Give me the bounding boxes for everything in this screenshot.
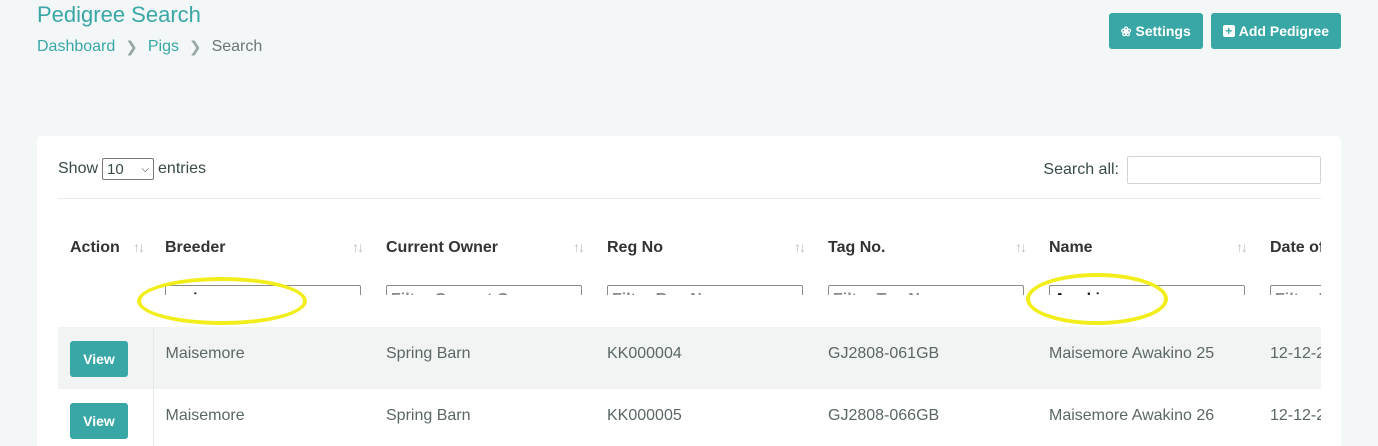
sort-icon: ↑↓ [573,239,585,255]
filter-tag-no-input[interactable]: Filter Tag No. [828,285,1024,295]
breadcrumb: Dashboard ❯ Pigs ❯ Search [37,38,262,56]
entries-label: entries [158,160,207,177]
search-all-label: Search all: [1043,161,1119,178]
filter-row-spacer [58,295,1321,327]
global-search: Search all: [1043,156,1321,184]
breadcrumb-dashboard[interactable]: Dashboard [37,38,115,56]
cell-action: View [58,327,154,389]
cell-breeder: Maisemore [165,407,245,424]
settings-button-label: Settings [1135,23,1191,39]
sort-icon: ↑↓ [352,239,364,255]
cell-name: Maisemore Awakino 26 [1049,407,1215,424]
column-label: Date of [1270,239,1321,256]
column-header-action[interactable]: Action ↑↓ [58,199,153,295]
page-length-control: Show 10 ⌵ entries [58,158,206,180]
cell-reg-no: KK000004 [595,327,816,389]
table-row: View Maisemore Spring Barn KK000004 GJ28… [58,327,1321,389]
column-label: Name [1049,239,1093,256]
plus-square-icon: + [1222,25,1235,37]
search-all-input[interactable] [1127,156,1321,184]
show-label: Show [58,160,99,177]
cell-tag-no: GJ2808-066GB [828,407,940,424]
sort-icon: ↑↓ [1236,239,1248,255]
column-label: Action [70,239,120,256]
chevron-right-icon: ❯ [125,39,138,56]
column-header-breeder[interactable]: Breeder ↑↓ maisemore [153,199,374,295]
column-header-date[interactable]: Date of Filter D [1258,199,1321,295]
gear-icon: ❀ [1120,23,1132,39]
filter-reg-no-input[interactable]: Filter Reg No [607,285,803,295]
chevron-down-icon: ⌵ [141,163,150,175]
sort-icon: ↑↓ [1015,239,1027,255]
cell-breeder: Maisemore [153,327,374,389]
chevron-right-icon: ❯ [188,39,202,56]
cell-name: Maisemore Awakino 25 [1037,327,1258,389]
page-length-value: 10 [107,160,124,178]
column-header-current-owner[interactable]: Current Owner ↑↓ Filter Current Owner [374,199,595,295]
view-button[interactable]: View [70,403,128,439]
header-actions: ❀ Settings + Add Pedigree [1108,13,1341,49]
table-wrapper: Action ↑↓ Breeder ↑↓ maisemore Current O… [58,198,1321,446]
settings-button[interactable]: ❀ Settings [1108,13,1203,49]
sort-icon: ↑↓ [133,239,145,255]
filter-name-input[interactable]: Awakino [1049,285,1245,295]
page-length-select[interactable]: 10 ⌵ [102,158,155,180]
column-header-reg-no[interactable]: Reg No ↑↓ Filter Reg No [595,199,816,295]
cell-owner: Spring Barn [386,407,471,424]
page: Pedigree Search Dashboard ❯ Pigs ❯ Searc… [0,0,1378,446]
results-card: Show 10 ⌵ entries Search all: Action ↑↓ … [37,136,1341,446]
cell-tag-no: GJ2808-061GB [816,327,1037,389]
filter-current-owner-input[interactable]: Filter Current Owner [386,285,582,295]
cell-owner: Spring Barn [374,327,595,389]
column-label: Current Owner [386,239,499,256]
breadcrumb-pigs[interactable]: Pigs [148,38,179,56]
filter-date-input[interactable]: Filter D [1270,285,1321,295]
page-title: Pedigree Search [37,2,201,27]
cell-date: 12-12-2 [1258,327,1321,389]
table-row: View Maisemore Spring Barn KK000005 GJ28… [58,389,1321,446]
column-label: Breeder [165,239,226,256]
add-pedigree-button-label: Add Pedigree [1238,23,1329,39]
sort-icon: ↑↓ [794,239,806,255]
breadcrumb-search: Search [211,38,263,55]
column-label: Tag No. [828,239,886,256]
column-header-name[interactable]: Name ↑↓ Awakino [1037,199,1258,295]
filter-breeder-input[interactable]: maisemore [165,285,361,295]
pedigree-table: Action ↑↓ Breeder ↑↓ maisemore Current O… [58,199,1321,446]
view-button[interactable]: View [70,341,128,377]
add-pedigree-button[interactable]: + Add Pedigree [1210,13,1341,49]
cell-date: 12-12-2 [1270,407,1321,424]
column-header-tag-no[interactable]: Tag No. ↑↓ Filter Tag No. [816,199,1037,295]
column-label: Reg No [607,239,663,256]
cell-reg-no: KK000005 [607,407,682,424]
cell-action: View [58,389,154,446]
